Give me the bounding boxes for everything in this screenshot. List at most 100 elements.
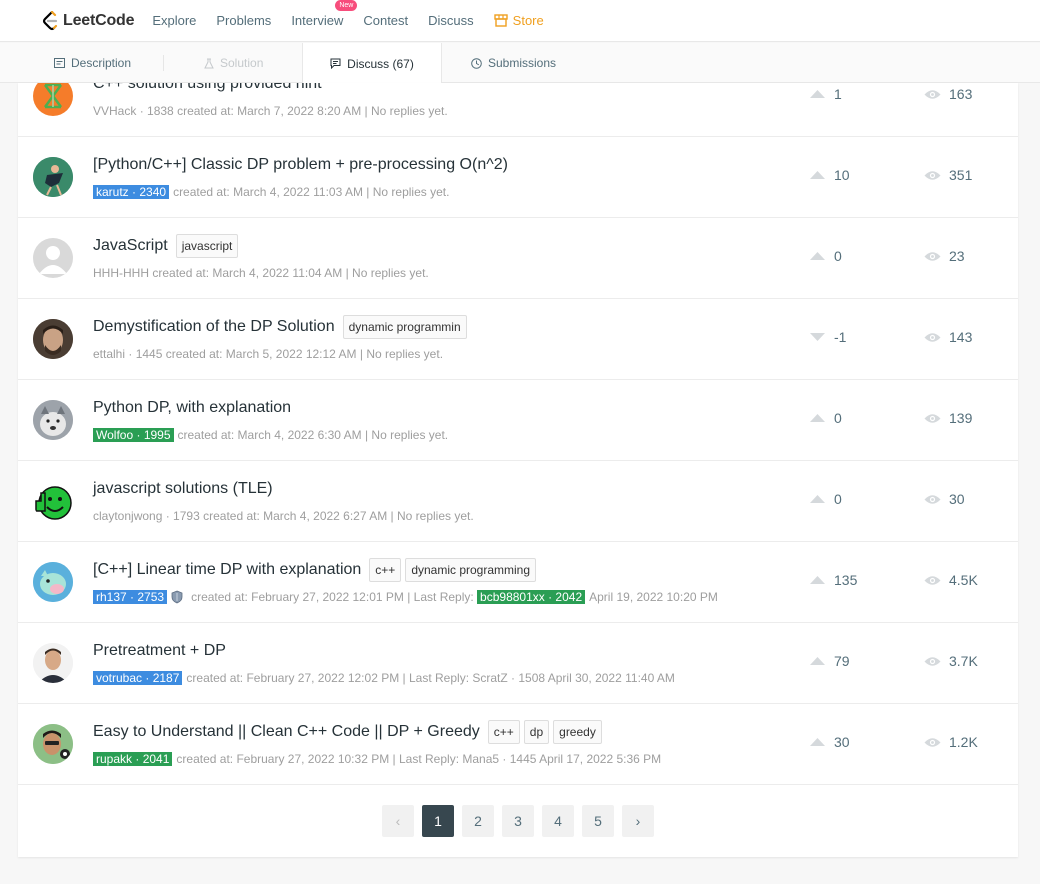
post-title-line: Pretreatment + DP	[93, 639, 226, 663]
avatar[interactable]	[33, 400, 73, 440]
vote-value: 1	[834, 86, 842, 102]
author-badge[interactable]: Wolfoo · 1995	[93, 428, 174, 442]
vote-count[interactable]: 0	[810, 491, 842, 507]
vote-count[interactable]: 1	[810, 86, 842, 102]
nav-store[interactable]: Store	[493, 13, 544, 28]
tag-greedy[interactable]: greedy	[553, 720, 602, 744]
vote-count[interactable]: 79	[810, 653, 850, 669]
view-count: 163	[924, 86, 972, 102]
post-title[interactable]: Pretreatment + DP	[93, 642, 226, 660]
avatar[interactable]	[33, 319, 73, 359]
vote-count[interactable]: -1	[810, 329, 846, 345]
post-title[interactable]: Python DP, with explanation	[93, 399, 291, 417]
prev-page-button[interactable]: ‹	[382, 805, 414, 837]
vote-count[interactable]: 135	[810, 572, 857, 588]
submissions-icon	[471, 57, 482, 69]
avatar[interactable]	[33, 724, 73, 764]
upvote-icon	[810, 657, 825, 665]
post-title-line: C++ solution using provided hint	[93, 83, 322, 96]
list-item[interactable]: [C++] Linear time DP with explanation c+…	[18, 542, 1018, 623]
post-author[interactable]: HHH-HHH	[93, 266, 149, 280]
tab-divider	[163, 55, 164, 71]
page-1-button[interactable]: 1	[422, 805, 454, 837]
post-author[interactable]: VVHack	[93, 104, 136, 118]
tab-description[interactable]: Description	[54, 43, 131, 83]
list-item[interactable]: [Python/C++] Classic DP problem + pre-pr…	[18, 137, 1018, 218]
vote-count[interactable]: 0	[810, 410, 842, 426]
tag-dynamic-programming[interactable]: dynamic programmin	[342, 315, 467, 339]
author-reputation: 1838	[147, 104, 174, 118]
avatar[interactable]	[33, 157, 73, 197]
tab-submissions[interactable]: Submissions	[471, 43, 556, 83]
post-author[interactable]: ettalhi	[93, 347, 125, 361]
post-title[interactable]: [Python/C++] Classic DP problem + pre-pr…	[93, 156, 508, 174]
leetcode-logo-icon	[42, 10, 60, 31]
vote-value: 0	[834, 410, 842, 426]
created-at: created at: February 27, 2022 10:32 PM	[176, 752, 390, 766]
list-item[interactable]: C++ solution using provided hint VVHack …	[18, 83, 1018, 137]
nav-interview-label: Interview	[291, 13, 344, 28]
author-badge[interactable]: rh137 · 2753	[93, 590, 168, 604]
last-reply-date: April 19, 2022 10:20 PM	[589, 590, 718, 604]
views-value: 351	[949, 167, 973, 183]
upvote-icon	[810, 576, 825, 584]
nav-problems[interactable]: Problems	[216, 13, 271, 28]
nav-explore[interactable]: Explore	[152, 13, 196, 28]
list-item[interactable]: Python DP, with explanation Wolfoo · 199…	[18, 380, 1018, 461]
post-meta: VVHack · 1838 created at: March 7, 2022 …	[93, 104, 448, 118]
tag-dp[interactable]: dp	[523, 720, 550, 744]
page-5-button[interactable]: 5	[582, 805, 614, 837]
author-reputation: 1995	[143, 428, 171, 442]
discuss-icon	[330, 58, 341, 69]
author-reputation: 2753	[137, 590, 165, 604]
vote-count[interactable]: 30	[810, 734, 850, 750]
created-at: created at: March 4, 2022 6:27 AM	[203, 509, 388, 523]
view-count: 3.7K	[924, 653, 978, 669]
page-4-button[interactable]: 4	[542, 805, 574, 837]
post-author: rupakk	[96, 752, 133, 766]
list-item[interactable]: Pretreatment + DP votrubac · 2187 created…	[18, 623, 1018, 704]
list-item[interactable]: javascript solutions (TLE) claytonjwong …	[18, 461, 1018, 542]
author-badge[interactable]: votrubac · 2187	[93, 671, 183, 685]
tag-cpp[interactable]: c++	[369, 558, 402, 582]
author-reputation: 1445	[135, 347, 163, 361]
tag-cpp[interactable]: c++	[487, 720, 520, 744]
next-page-button[interactable]: ›	[622, 805, 654, 837]
list-item[interactable]: Demystification of the DP Solution dynam…	[18, 299, 1018, 380]
vote-count[interactable]: 0	[810, 248, 842, 264]
page-3-button[interactable]: 3	[502, 805, 534, 837]
avatar[interactable]	[33, 83, 73, 116]
views-value: 4.5K	[949, 572, 978, 588]
avatar[interactable]	[33, 481, 73, 521]
page-2-button[interactable]: 2	[462, 805, 494, 837]
logo[interactable]: LeetCode	[42, 10, 135, 31]
post-title[interactable]: C++ solution using provided hint	[93, 83, 322, 93]
tab-solution[interactable]: Solution	[204, 43, 263, 83]
nav-discuss[interactable]: Discuss	[428, 13, 474, 28]
vote-count[interactable]: 10	[810, 167, 850, 183]
post-author[interactable]: claytonjwong	[93, 509, 162, 523]
post-title[interactable]: [C++] Linear time DP with explanation	[93, 561, 361, 579]
list-item[interactable]: JavaScript javascript HHH-HHH created at…	[18, 218, 1018, 299]
avatar[interactable]	[33, 562, 73, 602]
post-title[interactable]: Demystification of the DP Solution	[93, 318, 335, 336]
nav-contest[interactable]: Contest	[363, 13, 408, 28]
last-reply-author-badge[interactable]: bcb98801xx · 2042	[477, 590, 586, 604]
tag-javascript[interactable]: javascript	[175, 234, 239, 258]
tag-dynamic-programming[interactable]: dynamic programming	[405, 558, 537, 582]
views-icon	[924, 251, 941, 261]
list-item[interactable]: Easy to Understand || Clean C++ Code || …	[18, 704, 1018, 785]
post-title[interactable]: Easy to Understand || Clean C++ Code || …	[93, 723, 480, 741]
reply-info: Last Reply: ScratZ · 1508 April 30, 2022…	[409, 671, 675, 685]
nav-interview[interactable]: Interview New	[291, 0, 358, 28]
author-badge[interactable]: rupakk · 2041	[93, 752, 173, 766]
tab-discuss[interactable]: Discuss (67)	[302, 43, 442, 84]
author-badge[interactable]: karutz · 2340	[93, 185, 170, 199]
new-badge: New	[335, 0, 358, 11]
post-title[interactable]: javascript solutions (TLE)	[93, 480, 273, 498]
views-icon	[924, 332, 941, 342]
tab-description-label: Description	[71, 56, 132, 70]
avatar[interactable]	[33, 643, 73, 683]
avatar[interactable]	[33, 238, 73, 278]
post-title[interactable]: JavaScript	[93, 237, 168, 255]
